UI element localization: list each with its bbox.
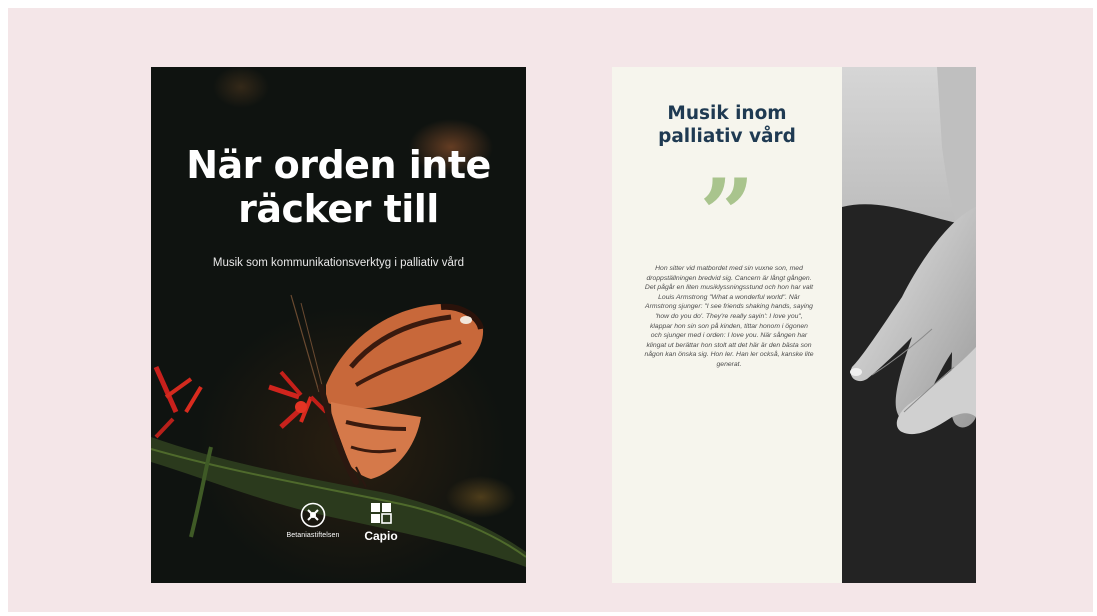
brochure-cover: När orden inte räcker till Musik som kom… (151, 67, 526, 583)
page-canvas: När orden inte räcker till Musik som kom… (8, 8, 1093, 612)
holding-hands-photo (842, 67, 976, 583)
betaniastiftelsen-label: Betaniastiftelsen (286, 532, 340, 539)
capio-logo: Capio (359, 502, 403, 543)
cover-subtitle: Musik som kommunikationsverktyg i pallia… (212, 257, 465, 269)
quote-mark-icon: ” (699, 167, 755, 237)
inner-text-column: Musik inom palliativ vård ” Hon sitter v… (612, 67, 842, 583)
cover-logos: Betaniastiftelsen Capio (151, 502, 526, 572)
betaniastiftelsen-logo: Betaniastiftelsen (283, 502, 343, 539)
capio-label: Capio (364, 529, 398, 543)
cover-title: När orden inte räcker till (186, 143, 491, 231)
inner-title: Musik inom palliativ vård (658, 103, 796, 147)
capio-emblem-icon (371, 503, 392, 524)
brochure-inner-page: Musik inom palliativ vård ” Hon sitter v… (612, 67, 976, 583)
quote-body-text: Hon sitter vid matbordet med sin vuxne s… (644, 265, 814, 368)
betaniastiftelsen-emblem-icon (300, 502, 326, 528)
